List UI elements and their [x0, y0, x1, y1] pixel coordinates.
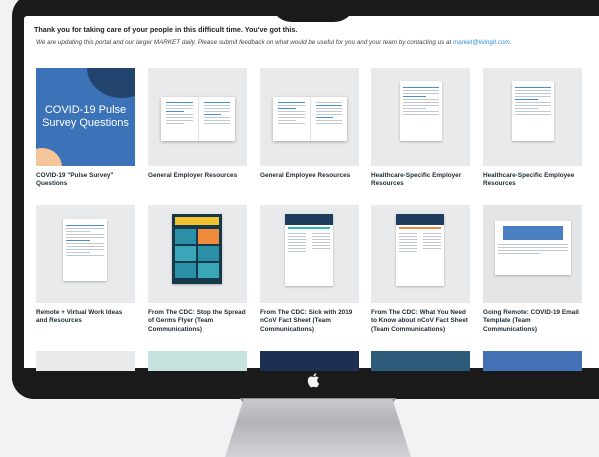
cover-decoration — [87, 68, 135, 98]
intro-heading: Thank you for taking care of your people… — [34, 25, 298, 34]
resource-label[interactable]: From The CDC: Sick with 2019 nCoV Fact S… — [260, 309, 359, 334]
resource-card-general-employer[interactable]: General Employer Resources — [148, 68, 247, 180]
fact-sheet-page — [396, 214, 444, 286]
cover-title: COVID-19 Pulse Survey Questions — [36, 104, 135, 130]
flyer-panels — [172, 227, 222, 280]
resource-card-pulse-survey[interactable]: COVID-19 Pulse Survey Questions COVID-19… — [36, 68, 135, 189]
monitor-notch — [270, 0, 356, 22]
flyer-thumbnail[interactable] — [148, 205, 247, 303]
resource-thumbnail-partial[interactable] — [483, 351, 582, 371]
flyer-banner — [175, 217, 219, 225]
cover-title-line: COVID-19 Pulse — [44, 104, 127, 116]
resource-card-healthcare-employee[interactable]: Healthcare-Specific Employee Resources — [483, 68, 582, 189]
fact-sheet-header — [396, 214, 444, 225]
document-spread — [161, 97, 235, 141]
resource-label[interactable]: General Employee Resources — [260, 172, 359, 180]
fact-sheet-thumbnail[interactable] — [260, 205, 359, 303]
resource-thumbnail-partial[interactable] — [260, 351, 359, 371]
document-page — [400, 81, 442, 141]
resource-card-general-employee[interactable]: General Employee Resources — [260, 68, 359, 180]
subtext-end: . — [509, 39, 512, 46]
resource-card-remote-work[interactable]: Remote + Virtual Work Ideas and Resource… — [36, 205, 135, 326]
document-page — [63, 219, 107, 281]
document-thumbnail[interactable] — [36, 205, 135, 303]
pulse-survey-cover[interactable]: COVID-19 Pulse Survey Questions — [36, 68, 135, 166]
fact-sheet-rule — [399, 227, 441, 229]
document-thumbnail[interactable] — [148, 68, 247, 166]
resource-card-going-remote-email[interactable]: Going Remote: COVID-19 Email Template (T… — [483, 205, 582, 334]
document-spread — [273, 97, 347, 141]
document-thumbnail[interactable] — [483, 68, 582, 166]
fact-sheet-rule — [288, 227, 330, 229]
fact-sheet-page — [285, 214, 333, 286]
flyer-page — [172, 214, 222, 284]
resource-label[interactable]: Remote + Virtual Work Ideas and Resource… — [36, 309, 135, 326]
resource-card-cdc-what-to-know[interactable]: From The CDC: What You Need to Know abou… — [371, 205, 470, 334]
intro-subtext: We are updating this portal and our larg… — [36, 39, 584, 46]
resource-card-healthcare-employer[interactable]: Healthcare-Specific Employer Resources — [371, 68, 470, 189]
device-mockup: Thank you for taking care of your people… — [0, 0, 599, 457]
document-page — [512, 81, 554, 141]
resource-label[interactable]: Going Remote: COVID-19 Email Template (T… — [483, 309, 582, 334]
cover-decoration — [36, 148, 62, 166]
resource-label[interactable]: Healthcare-Specific Employer Resources — [371, 172, 470, 189]
fact-sheet-header — [285, 214, 333, 225]
document-thumbnail[interactable] — [371, 68, 470, 166]
contact-email-link[interactable]: market@livingit.com — [453, 39, 510, 46]
resource-label[interactable]: From The CDC: What You Need to Know abou… — [371, 309, 470, 334]
resource-label[interactable]: From The CDC: Stop the Spread of Germs F… — [148, 309, 247, 334]
resource-thumbnail-partial[interactable] — [371, 351, 470, 371]
resource-label[interactable]: COVID-19 "Pulse Survey" Questions — [36, 172, 135, 189]
document-thumbnail[interactable] — [260, 68, 359, 166]
monitor-stand — [225, 399, 411, 457]
email-template-page — [495, 221, 571, 275]
resource-thumbnail-partial[interactable] — [36, 351, 135, 371]
fact-sheet-thumbnail[interactable] — [371, 205, 470, 303]
resource-card-cdc-stop-spread[interactable]: From The CDC: Stop the Spread of Germs F… — [148, 205, 247, 334]
resource-thumbnail-partial[interactable] — [148, 351, 247, 371]
resource-card-cdc-sick-ncov[interactable]: From The CDC: Sick with 2019 nCoV Fact S… — [260, 205, 359, 334]
resource-label[interactable]: General Employer Resources — [148, 172, 247, 180]
cover-title-line: Survey Questions — [42, 117, 129, 130]
email-header-bar — [503, 226, 563, 240]
subtext-body: We are updating this portal and our larg… — [36, 39, 452, 46]
email-template-thumbnail[interactable] — [483, 205, 582, 303]
resource-label[interactable]: Healthcare-Specific Employee Resources — [483, 172, 582, 189]
apple-logo-icon — [307, 373, 320, 388]
